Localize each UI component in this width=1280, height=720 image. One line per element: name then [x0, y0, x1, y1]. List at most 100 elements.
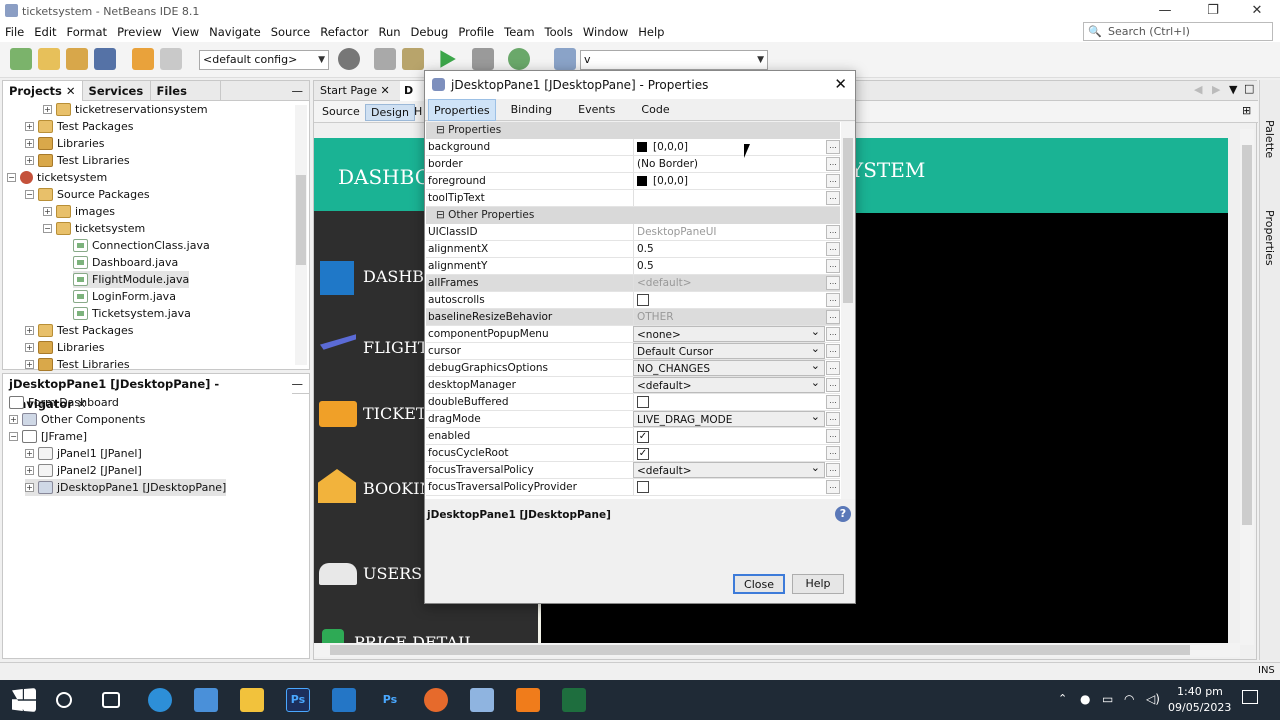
expand-icon[interactable]: +: [25, 466, 34, 475]
new-project-icon[interactable]: [38, 48, 60, 70]
property-row[interactable]: focusTraversalPolicyProvider...: [426, 479, 840, 496]
property-select[interactable]: <none>: [633, 324, 825, 342]
property-select[interactable]: <default>: [633, 375, 825, 393]
build-icon[interactable]: [374, 48, 396, 70]
app-icon[interactable]: [562, 688, 586, 712]
volume-icon[interactable]: ◁): [1146, 692, 1160, 706]
menu-preview[interactable]: Preview: [112, 25, 167, 39]
clean-build-icon[interactable]: [402, 48, 424, 70]
chevron-up-icon[interactable]: ⌃: [1058, 692, 1067, 705]
menu-source[interactable]: Source: [266, 25, 316, 39]
tree-item[interactable]: − [JFrame]: [9, 428, 87, 445]
editor-hscrollbar[interactable]: [314, 643, 1240, 657]
property-select[interactable]: LIVE_DRAG_MODE: [633, 409, 825, 427]
expand-icon[interactable]: +: [25, 343, 34, 352]
run-icon[interactable]: [440, 50, 456, 68]
edge-icon[interactable]: [148, 688, 172, 712]
property-row[interactable]: background [0,0,0]...: [426, 139, 840, 156]
close-button[interactable]: Close: [733, 574, 785, 594]
property-row[interactable]: autoscrolls...: [426, 292, 840, 309]
notifications-icon[interactable]: [1242, 690, 1258, 704]
property-row[interactable]: alignmentX 0.5...: [426, 241, 840, 258]
dialog-close-icon[interactable]: ✕: [834, 75, 847, 93]
menu-price-detail[interactable]: PRICE DETAIL: [354, 633, 475, 643]
tab-binding[interactable]: Binding: [500, 99, 564, 121]
property-select[interactable]: <default>: [633, 460, 825, 478]
expand-icon[interactable]: +: [25, 449, 34, 458]
property-row[interactable]: debugGraphicsOptionsNO_CHANGES...: [426, 358, 840, 377]
battery-icon[interactable]: ▭: [1102, 692, 1113, 706]
tree-item[interactable]: + images: [43, 203, 115, 220]
checkbox[interactable]: [637, 294, 649, 306]
menu-help[interactable]: Help: [633, 25, 669, 39]
property-row[interactable]: enabled ✓...: [426, 428, 840, 445]
subtab-design[interactable]: Design: [365, 104, 415, 121]
collapse-icon[interactable]: −: [25, 190, 34, 199]
menu-team[interactable]: Team: [499, 25, 539, 39]
clock-time[interactable]: 1:40 pm: [1177, 685, 1223, 698]
close-window-button[interactable]: ✕: [1234, 0, 1280, 22]
menu-run[interactable]: Run: [373, 25, 405, 39]
tree-item[interactable]: + Libraries: [25, 135, 105, 152]
expand-icon[interactable]: +: [25, 139, 34, 148]
firefox-icon[interactable]: [424, 688, 448, 712]
expand-icon[interactable]: +: [9, 415, 18, 424]
menu-edit[interactable]: Edit: [29, 25, 61, 39]
tab-start-page[interactable]: Start Page ✕: [320, 84, 390, 97]
help-icon[interactable]: ?: [835, 506, 851, 522]
undo-icon[interactable]: [132, 48, 154, 70]
palette-tab[interactable]: Palette: [1263, 120, 1276, 158]
target-select[interactable]: v ▼: [580, 50, 768, 70]
menu-flight[interactable]: FLIGHT: [363, 338, 428, 357]
tab-events[interactable]: Events: [567, 99, 626, 121]
tree-item[interactable]: + jPanel1 [JPanel]: [25, 445, 142, 462]
menu-booking[interactable]: BOOKIN: [363, 479, 434, 498]
store-icon[interactable]: [194, 688, 218, 712]
tree-item[interactable]: − Source Packages: [25, 186, 150, 203]
expand-icon[interactable]: +: [43, 207, 52, 216]
people-icon[interactable]: ●: [1080, 692, 1090, 706]
tree-item[interactable]: + jPanel2 [JPanel]: [25, 462, 142, 479]
property-row[interactable]: foreground [0,0,0]...: [426, 173, 840, 190]
tree-item[interactable]: + Test Libraries: [25, 152, 130, 169]
property-row[interactable]: cursorDefault Cursor...: [426, 341, 840, 360]
maximize-window-icon[interactable]: □: [1244, 82, 1254, 95]
menu-format[interactable]: Format: [62, 25, 113, 39]
windows-start-icon[interactable]: [12, 688, 36, 712]
clock-date[interactable]: 09/05/2023: [1168, 701, 1231, 714]
xampp-icon[interactable]: [516, 688, 540, 712]
photoshop-icon[interactable]: Ps: [286, 688, 310, 712]
tab-code[interactable]: Code: [630, 99, 680, 121]
expand-icon[interactable]: +: [25, 483, 34, 492]
property-row[interactable]: baselineResizeBehavior OTHER...: [426, 309, 840, 326]
menu-debug[interactable]: Debug: [406, 25, 454, 39]
tab-list-icon[interactable]: ▼: [1229, 83, 1237, 96]
collapse-icon[interactable]: −: [43, 224, 52, 233]
tree-item[interactable]: + Libraries: [25, 339, 105, 356]
property-row[interactable]: border (No Border)...: [426, 156, 840, 173]
collapse-icon[interactable]: −: [7, 173, 16, 182]
property-row[interactable]: toolTipText...: [426, 190, 840, 207]
tree-item[interactable]: + ticketreservationsystem: [43, 101, 208, 118]
new-file-icon[interactable]: [10, 48, 32, 70]
tree-item-selected[interactable]: FlightModule.java: [73, 271, 190, 288]
file-explorer-icon[interactable]: [240, 688, 264, 712]
restore-button[interactable]: ❐: [1190, 0, 1236, 22]
property-select[interactable]: Default Cursor: [633, 341, 825, 359]
photoshop-alt-icon[interactable]: Ps: [378, 688, 402, 712]
subtab-history[interactable]: H: [414, 105, 422, 118]
property-row[interactable]: desktopManager<default>...: [426, 375, 840, 394]
apply-code-changes-icon[interactable]: [554, 48, 576, 70]
open-project-icon[interactable]: [66, 48, 88, 70]
tree-item[interactable]: − ticketsystem: [7, 169, 107, 186]
menu-users[interactable]: USERS: [363, 564, 422, 583]
tab-dashboard[interactable]: D: [400, 81, 426, 101]
category-other-properties[interactable]: ⊟ Other Properties: [426, 207, 840, 224]
expand-icon[interactable]: +: [25, 360, 34, 369]
minimize-panel-icon[interactable]: —: [292, 84, 304, 98]
redo-icon[interactable]: [160, 48, 182, 70]
config-select[interactable]: <default config> ▼: [199, 50, 329, 70]
tree-item[interactable]: + Test Packages: [25, 118, 133, 135]
grid-icon[interactable]: ⊞: [1242, 104, 1251, 117]
expand-icon[interactable]: +: [25, 156, 34, 165]
